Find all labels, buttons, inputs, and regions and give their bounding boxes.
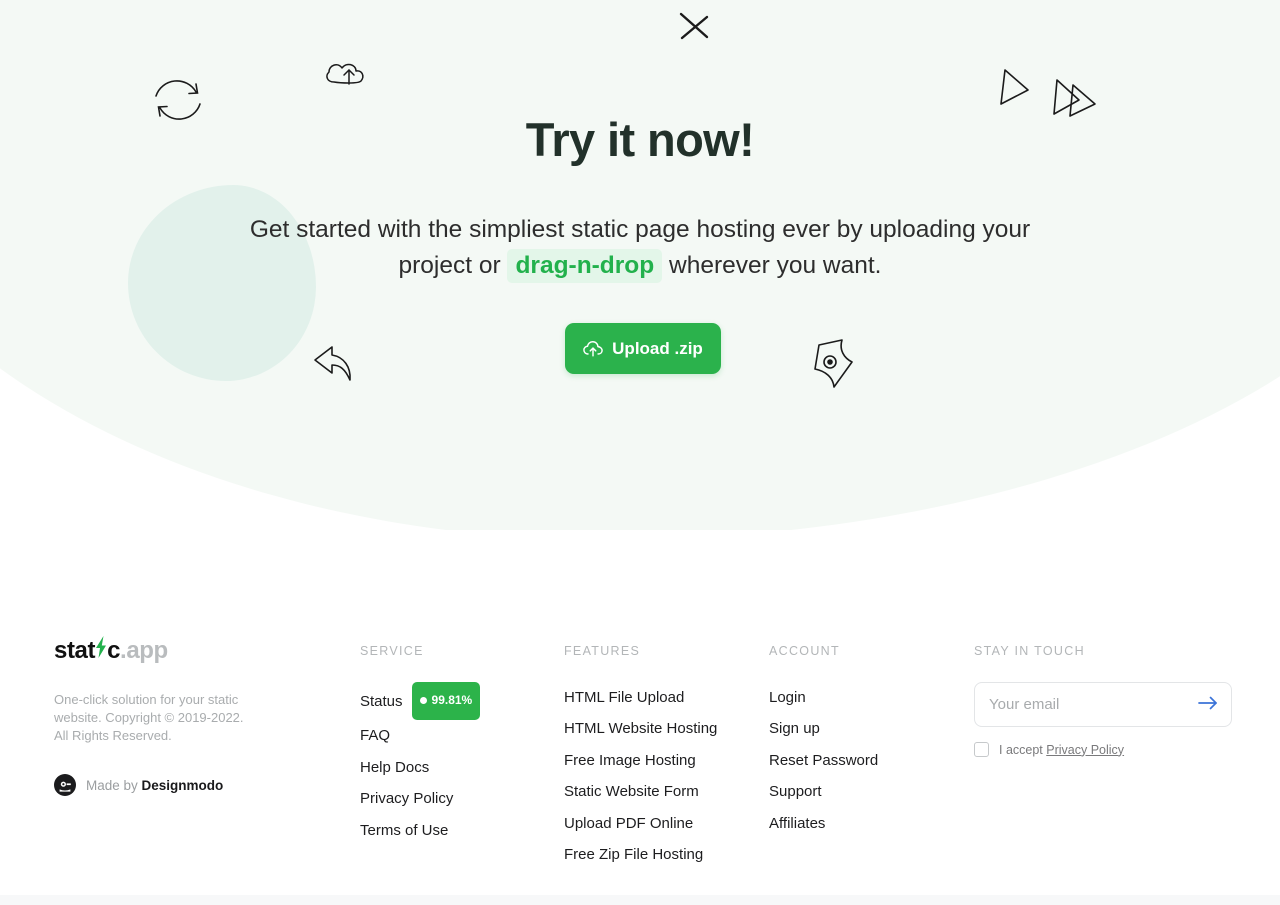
footer-link-static-website-form[interactable]: Static Website Form <box>564 776 717 807</box>
accept-privacy-row: I accept Privacy Policy <box>974 742 1232 757</box>
footer-column-heading: ACCOUNT <box>769 644 840 658</box>
footer-column-account: ACCOUNT Login Sign up Reset Password Sup… <box>769 644 878 839</box>
accept-privacy-label: I accept Privacy Policy <box>999 743 1124 757</box>
lightning-bolt-icon <box>95 636 107 665</box>
footer-link-upload-pdf-online[interactable]: Upload PDF Online <box>564 808 717 839</box>
status-dot-icon <box>419 697 427 705</box>
footer-link-html-website-hosting[interactable]: HTML Website Hosting <box>564 713 717 744</box>
footer-link-sign-up[interactable]: Sign up <box>769 713 878 744</box>
landing-page: Try it now! Get started with the simplie… <box>0 0 1280 905</box>
made-by-text: Made by Designmodo <box>86 778 223 793</box>
hero-subtitle: Get started with the simpliest static pa… <box>240 212 1040 284</box>
curved-reply-arrow-doodle <box>310 342 358 386</box>
cloud-upload-icon <box>583 340 603 358</box>
site-logo[interactable]: stat c .app <box>54 636 254 665</box>
footer-link-faq[interactable]: FAQ <box>360 720 480 751</box>
footer-column-newsletter: STAY IN TOUCH I accept Privacy Policy <box>974 644 1232 757</box>
page-document-doodle <box>803 336 861 394</box>
footer-column-heading: SERVICE <box>360 644 424 658</box>
footer-link-html-file-upload[interactable]: HTML File Upload <box>564 682 717 713</box>
footer-link-terms-of-use[interactable]: Terms of Use <box>360 815 480 846</box>
footer-column-features: FEATURES HTML File Upload HTML Website H… <box>564 644 717 870</box>
logo-text-suffix: .app <box>120 636 168 664</box>
cloud-upload-doodle <box>322 56 368 94</box>
logo-text-mid: c <box>107 636 121 664</box>
footer-status-row: Status 99.81% <box>360 682 481 721</box>
status-badge-value: 99.81% <box>431 693 473 707</box>
upload-zip-button-label: Upload .zip <box>612 338 703 358</box>
accept-prefix: I accept <box>999 742 1047 757</box>
footer-brand-column: stat c .app One-click solution for your … <box>54 636 254 796</box>
email-input[interactable] <box>975 683 1231 726</box>
footer-link-login[interactable]: Login <box>769 682 878 713</box>
designmodo-logo-icon <box>54 774 76 796</box>
made-by-prefix: Made by <box>86 777 142 793</box>
bottom-strip <box>0 895 1280 905</box>
footer-column-heading: FEATURES <box>564 644 641 658</box>
privacy-policy-link[interactable]: Privacy Policy <box>1046 743 1124 757</box>
footer-link-help-docs[interactable]: Help Docs <box>360 752 480 783</box>
footer-link-status[interactable]: Status <box>360 686 403 717</box>
footer-description: One-click solution for your static websi… <box>54 692 244 743</box>
footer-link-support[interactable]: Support <box>769 776 878 807</box>
cross-x-doodle <box>676 8 712 44</box>
accept-privacy-checkbox[interactable] <box>974 742 989 757</box>
footer-link-affiliates[interactable]: Affiliates <box>769 808 878 839</box>
play-triangle-doodle <box>995 66 1033 106</box>
footer-column-service: SERVICE Status 99.81% FAQ Help Docs Priv… <box>360 644 481 846</box>
footer-link-reset-password[interactable]: Reset Password <box>769 745 878 776</box>
newsletter-submit-button[interactable] <box>1195 692 1221 718</box>
status-badge: 99.81% <box>411 682 481 721</box>
footer-column-heading: STAY IN TOUCH <box>974 644 1085 658</box>
drag-n-drop-highlight: drag-n-drop <box>507 249 663 283</box>
hero-section: Try it now! Get started with the simplie… <box>0 0 1280 530</box>
hero-subtitle-part2: wherever you want. <box>662 252 882 279</box>
made-by-name: Designmodo <box>141 777 224 793</box>
footer-link-free-zip-file-hosting[interactable]: Free Zip File Hosting <box>564 839 717 870</box>
logo-text-prefix: stat <box>54 636 96 664</box>
arrow-right-icon <box>1198 696 1218 713</box>
hero-title: Try it now! <box>525 113 755 166</box>
footer: stat c .app One-click solution for your … <box>0 600 1280 905</box>
footer-link-free-image-hosting[interactable]: Free Image Hosting <box>564 745 717 776</box>
newsletter-form <box>974 682 1232 727</box>
upload-zip-button[interactable]: Upload .zip <box>565 323 721 374</box>
footer-link-privacy-policy[interactable]: Privacy Policy <box>360 783 480 814</box>
made-by-designmodo[interactable]: Made by Designmodo <box>54 774 254 796</box>
